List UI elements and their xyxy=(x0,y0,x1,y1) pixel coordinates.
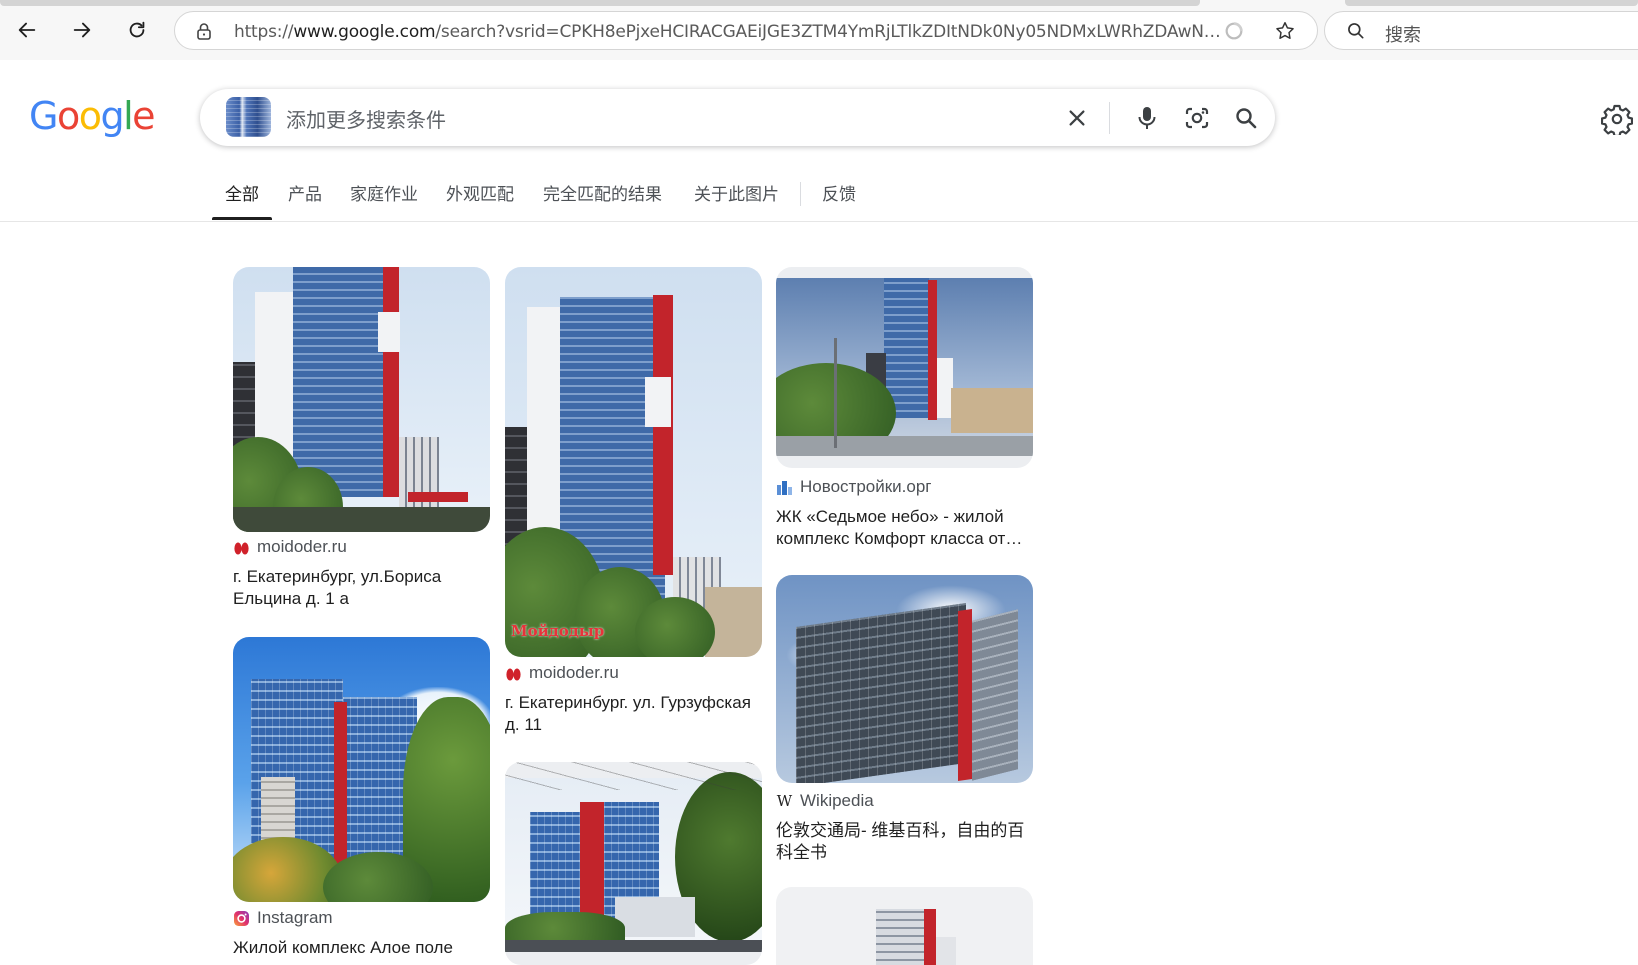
search-icon xyxy=(1236,108,1257,129)
page: https://www.google.com/search?vsrid=CPKH… xyxy=(0,0,1638,965)
result-source[interactable]: moidoder.ru xyxy=(505,663,619,683)
voice-search-button[interactable] xyxy=(1132,103,1162,133)
lens-search-button[interactable] xyxy=(1182,103,1212,133)
logo-letter: e xyxy=(132,94,155,138)
gear-icon xyxy=(1600,104,1634,138)
search-input[interactable]: 添加更多搜索条件 xyxy=(286,104,446,133)
browser-search-placeholder: 搜索 xyxy=(1385,25,1421,45)
tab-about-image[interactable]: 关于此图片 xyxy=(694,180,779,205)
url-path: /search?vsrid=CPKH8ePjxeHCIRACGAEiJGE3ZT… xyxy=(435,22,1234,42)
result-source-name: Новостройки.орг xyxy=(800,477,932,496)
address-bar[interactable]: https://www.google.com/search?vsrid=CPKH… xyxy=(174,11,1318,50)
result-source[interactable]: moidoder.ru xyxy=(233,537,347,557)
settings-button[interactable] xyxy=(1600,103,1634,138)
back-button[interactable] xyxy=(9,12,45,48)
star-icon[interactable] xyxy=(1274,20,1296,42)
camera-lens-icon xyxy=(1185,107,1209,129)
result-image[interactable] xyxy=(776,575,1033,783)
result-source[interactable]: Новостройки.орг xyxy=(776,477,931,497)
tab-homework[interactable]: 家庭作业 xyxy=(350,180,418,205)
arrow-right-icon xyxy=(73,22,91,38)
logo-letter: o xyxy=(78,94,102,138)
browser-search-box[interactable]: 搜索 xyxy=(1324,11,1638,50)
url-prefix: https:// xyxy=(234,22,294,42)
search-box-divider xyxy=(1109,102,1110,134)
header-divider xyxy=(0,221,1638,222)
browser-toolbar: https://www.google.com/search?vsrid=CPKH… xyxy=(0,0,1638,60)
arrow-left-icon xyxy=(18,22,36,38)
search-box[interactable]: 添加更多搜索条件 xyxy=(200,89,1275,146)
tab-feedback[interactable]: 反馈 xyxy=(822,180,856,205)
close-icon xyxy=(1069,110,1085,126)
search-submit-button[interactable] xyxy=(1231,103,1261,133)
logo-letter: g xyxy=(100,94,124,138)
result-source[interactable]: W Wikipedia xyxy=(776,791,874,811)
result-source-name: moidoder.ru xyxy=(257,537,347,556)
moidoder-icon xyxy=(505,665,522,682)
reload-icon xyxy=(129,21,145,38)
logo-letter: G xyxy=(29,94,58,138)
tab-strip-indicator xyxy=(0,0,1200,6)
result-source-name: Wikipedia xyxy=(800,791,874,810)
result-title[interactable]: г. Екатеринбург, ул.Бориса Ельцина д. 1 … xyxy=(233,566,490,610)
tab-visual-matches[interactable]: 外观匹配 xyxy=(446,180,514,205)
result-title[interactable]: ЖК «Седьмое небо» - жилой комплекс Комфо… xyxy=(776,506,1033,550)
instagram-icon xyxy=(233,910,250,927)
result-title-text: Жилой комплекс Алое поле xyxy=(233,938,453,957)
active-tab-indicator xyxy=(212,217,272,220)
lock-icon[interactable] xyxy=(195,22,213,41)
google-logo[interactable]: Google xyxy=(29,94,156,138)
result-title[interactable]: г. Екатеринбург. ул. Гурзуфская д. 11 xyxy=(505,692,762,736)
tab-products[interactable]: 产品 xyxy=(288,180,322,205)
tab-exact-matches[interactable]: 完全匹配的结果 xyxy=(543,180,662,205)
result-title[interactable]: Жилой комплекс Алое поле xyxy=(233,937,490,959)
tab-all[interactable]: 全部 xyxy=(225,180,259,205)
result-image[interactable] xyxy=(233,637,490,902)
result-source-name: moidoder.ru xyxy=(529,663,619,682)
novostroyki-icon xyxy=(776,479,793,496)
result-image[interactable] xyxy=(233,267,490,532)
moidoder-icon xyxy=(233,539,250,556)
clear-button[interactable] xyxy=(1062,103,1092,133)
result-image[interactable]: Мойдодыр xyxy=(505,267,762,657)
logo-letter: o xyxy=(56,94,80,138)
result-image[interactable] xyxy=(776,887,1033,965)
result-source[interactable]: Instagram xyxy=(233,908,333,928)
query-image-thumbnail[interactable] xyxy=(226,97,271,137)
forward-button[interactable] xyxy=(64,12,100,48)
result-image[interactable] xyxy=(505,762,762,965)
microphone-icon xyxy=(1138,107,1156,129)
tab-divider xyxy=(800,182,801,206)
result-image[interactable] xyxy=(776,267,1033,468)
tab-strip-indicator xyxy=(1345,0,1638,6)
url-domain: www.google.com xyxy=(293,22,436,42)
image-watermark: Мойдодыр xyxy=(511,622,605,640)
logo-letter: l xyxy=(123,94,134,138)
url-text[interactable]: https://www.google.com/search?vsrid=CPKH… xyxy=(234,22,1234,42)
wikipedia-icon: W xyxy=(776,791,793,810)
result-source-name: Instagram xyxy=(257,908,333,927)
refresh-translate-icon[interactable] xyxy=(1223,20,1245,42)
search-icon xyxy=(1348,23,1364,39)
reload-button[interactable] xyxy=(119,12,155,48)
result-title[interactable]: 伦敦交通局- 维基百科，自由的百科全书 xyxy=(776,820,1033,864)
